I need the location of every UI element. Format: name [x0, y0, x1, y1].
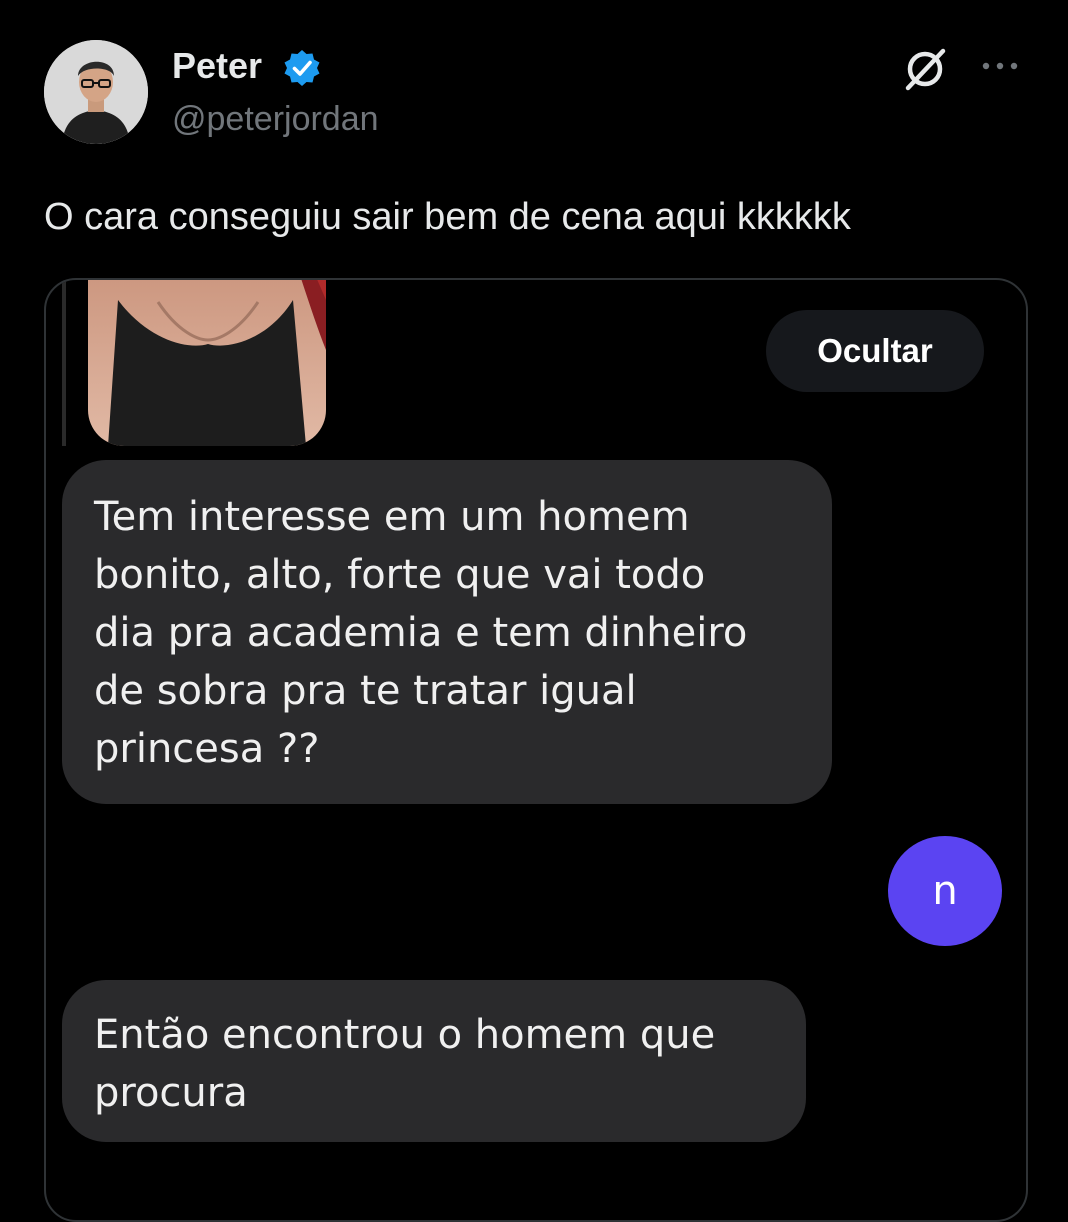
reply-thread-line [62, 280, 66, 446]
grok-icon[interactable] [900, 44, 950, 94]
hide-button[interactable]: Ocultar [766, 310, 984, 392]
story-photo-thumbnail [88, 280, 326, 446]
verified-badge-icon [284, 50, 320, 86]
post-media-card[interactable]: Ocultar Tem interesse em um homem bonito… [44, 278, 1028, 1222]
outgoing-message-bubble: n [888, 836, 1002, 946]
post-text: O cara conseguiu sair bem de cena aqui k… [44, 196, 851, 238]
incoming-message-bubble: Então encontrou o homem que procura [62, 980, 806, 1142]
incoming-message-bubble: Tem interesse em um homem bonito, alto, … [62, 460, 832, 804]
more-options-icon[interactable] [978, 54, 1022, 78]
author-handle[interactable]: @peterjordan [172, 98, 379, 140]
author-display-name[interactable]: Peter [172, 44, 262, 88]
author-avatar[interactable] [44, 40, 148, 144]
